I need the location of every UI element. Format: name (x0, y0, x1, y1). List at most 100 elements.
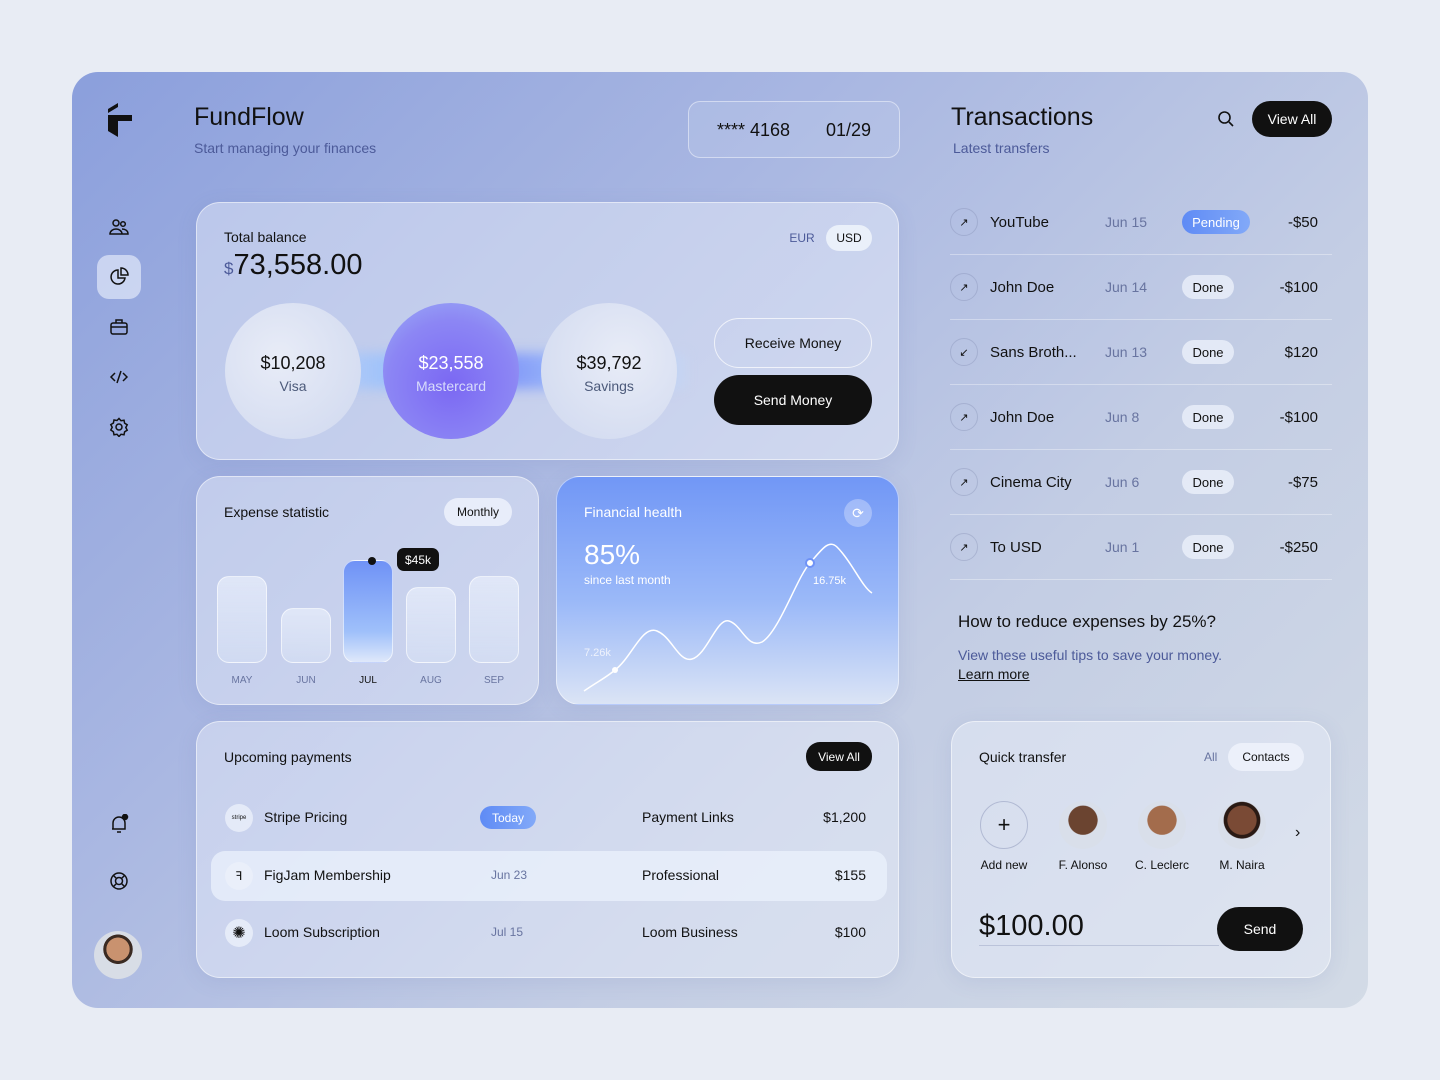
transaction-date: Jun 8 (1105, 409, 1140, 425)
upcoming-title: Upcoming payments (224, 749, 352, 765)
transaction-row[interactable]: ↗ Cinema City Jun 6 Done -$75 (950, 450, 1332, 515)
transaction-row[interactable]: ↗ To USD Jun 1 Done -$250 (950, 515, 1332, 580)
transaction-row[interactable]: ↗ YouTube Jun 15 Pending -$50 (950, 190, 1332, 255)
card-expiry: 01/29 (826, 120, 872, 140)
payment-plan: Payment Links (642, 809, 734, 825)
expense-bar-may[interactable] (217, 576, 267, 663)
code-icon (109, 370, 129, 384)
app-subtitle: Start managing your finances (194, 140, 377, 156)
payment-name: Loom Subscription (264, 924, 380, 940)
transaction-row[interactable]: ↗ John Doe Jun 14 Done -$100 (950, 255, 1332, 320)
status-badge: Done (1182, 275, 1234, 299)
payment-row[interactable]: ꟻ FigJam Membership Jun 23 Professional … (211, 851, 887, 901)
contact[interactable]: M. Naira (1202, 801, 1282, 872)
quick-transfer-title: Quick transfer (979, 749, 1067, 765)
transaction-amount: $120 (1284, 344, 1318, 361)
transfer-amount-input[interactable]: $100.00 (979, 910, 1219, 946)
card-chip[interactable]: **** 4168 01/29 (688, 101, 900, 158)
payment-date: Jun 23 (491, 868, 528, 882)
user-avatar[interactable] (94, 931, 142, 979)
gear-icon (109, 417, 129, 437)
dashboard-window: FundFlow Start managing your finances **… (72, 72, 1368, 1008)
arrow-up-right-icon: ↗ (950, 273, 978, 301)
learn-more-link[interactable]: Learn more (958, 666, 1030, 682)
upcoming-view-all-button[interactable]: View All (806, 742, 872, 771)
card-number: **** 4168 (717, 120, 791, 140)
account-amount: $10,208 (260, 353, 326, 373)
transaction-amount: -$250 (1279, 539, 1318, 556)
figma-icon: ꟻ (225, 862, 253, 890)
transaction-amount: -$75 (1287, 474, 1318, 491)
bar-tooltip: $45k (397, 548, 439, 571)
sidebar-item-wallet[interactable] (97, 305, 141, 349)
month-label: MAY (231, 675, 253, 686)
transaction-row[interactable]: ↙ Sans Broth... Jun 13 Done $120 (950, 320, 1332, 385)
arrow-up-right-icon: ↗ (950, 468, 978, 496)
help-button[interactable] (97, 859, 141, 903)
chevron-right-icon[interactable]: › (1295, 824, 1300, 842)
transaction-row[interactable]: ↗ John Doe Jun 8 Done -$100 (950, 385, 1332, 450)
transaction-date: Jun 14 (1105, 279, 1148, 295)
currency-eur[interactable]: EUR (780, 225, 824, 251)
loom-icon: ✺ (225, 919, 253, 947)
sidebar-item-analytics[interactable] (97, 255, 141, 299)
expense-bar-jul[interactable] (343, 560, 393, 663)
transaction-date: Jun 13 (1105, 344, 1148, 360)
upcoming-payments-card: Upcoming payments View All stripe Stripe… (196, 721, 899, 978)
transactions-view-all-button[interactable]: View All (1252, 101, 1332, 137)
sidebar-item-settings[interactable] (97, 405, 141, 449)
transaction-name: Sans Broth... (990, 344, 1077, 361)
health-line-chart (583, 543, 873, 692)
payment-row[interactable]: ✺ Loom Subscription Jul 15 Loom Business… (211, 908, 887, 958)
contact-avatar (1218, 801, 1266, 849)
account-mastercard[interactable]: $23,558 Mastercard (383, 303, 519, 439)
balance-card: Total balance $73,558.00 EUR USD $10,208… (196, 202, 899, 460)
account-name: Visa (279, 378, 307, 394)
filter-all[interactable]: All (1204, 750, 1217, 764)
payment-plan: Professional (642, 867, 720, 883)
arrow-up-right-icon: ↗ (950, 208, 978, 236)
search-icon[interactable] (1217, 110, 1235, 128)
payment-row[interactable]: stripe Stripe Pricing Today Payment Link… (211, 793, 887, 843)
currency-usd[interactable]: USD (826, 225, 872, 251)
period-select[interactable]: Monthly (444, 498, 512, 526)
transaction-name: To USD (990, 539, 1042, 556)
tips-title: How to reduce expenses by 25%? (958, 612, 1216, 631)
help-icon (110, 872, 128, 890)
contact-label: F. Alonso (1058, 858, 1108, 872)
send-button[interactable]: Send (1217, 907, 1303, 951)
send-money-button[interactable]: Send Money (714, 375, 872, 425)
plus-icon: + (980, 801, 1028, 849)
arrow-up-right-icon: ↗ (950, 533, 978, 561)
transaction-amount: -$100 (1279, 279, 1318, 296)
transaction-name: John Doe (990, 409, 1055, 426)
expense-bar-sep[interactable] (469, 576, 519, 663)
add-new-contact[interactable]: + Add new (964, 801, 1044, 872)
expense-title: Expense statistic (224, 504, 330, 520)
expense-bar-aug[interactable] (406, 587, 456, 663)
contact[interactable]: F. Alonso (1043, 801, 1123, 872)
payment-name: Stripe Pricing (264, 809, 348, 825)
status-badge: Done (1182, 405, 1234, 429)
sidebar-item-developer[interactable] (97, 355, 141, 399)
transaction-name: YouTube (990, 214, 1049, 231)
bell-icon (112, 814, 129, 833)
notifications-button[interactable] (97, 802, 141, 846)
low-label: 7.26k (584, 647, 611, 659)
contact[interactable]: C. Leclerc (1122, 801, 1202, 872)
account-visa[interactable]: $10,208 Visa (225, 303, 361, 439)
transaction-amount: -$50 (1287, 214, 1318, 231)
account-savings[interactable]: $39,792 Savings (541, 303, 677, 439)
stripe-icon: stripe (225, 804, 253, 832)
receive-money-button[interactable]: Receive Money (714, 318, 872, 368)
expense-bar-jun[interactable] (281, 608, 331, 663)
transaction-name: Cinema City (990, 474, 1072, 491)
sidebar-item-users[interactable] (97, 205, 141, 249)
account-name: Savings (584, 378, 634, 394)
filter-contacts[interactable]: Contacts (1228, 743, 1304, 771)
status-badge: Done (1182, 340, 1234, 364)
contact-avatar (1059, 801, 1107, 849)
payment-date: Jul 15 (491, 925, 524, 939)
month-label: AUG (420, 675, 442, 686)
account-amount: $39,792 (576, 353, 642, 373)
